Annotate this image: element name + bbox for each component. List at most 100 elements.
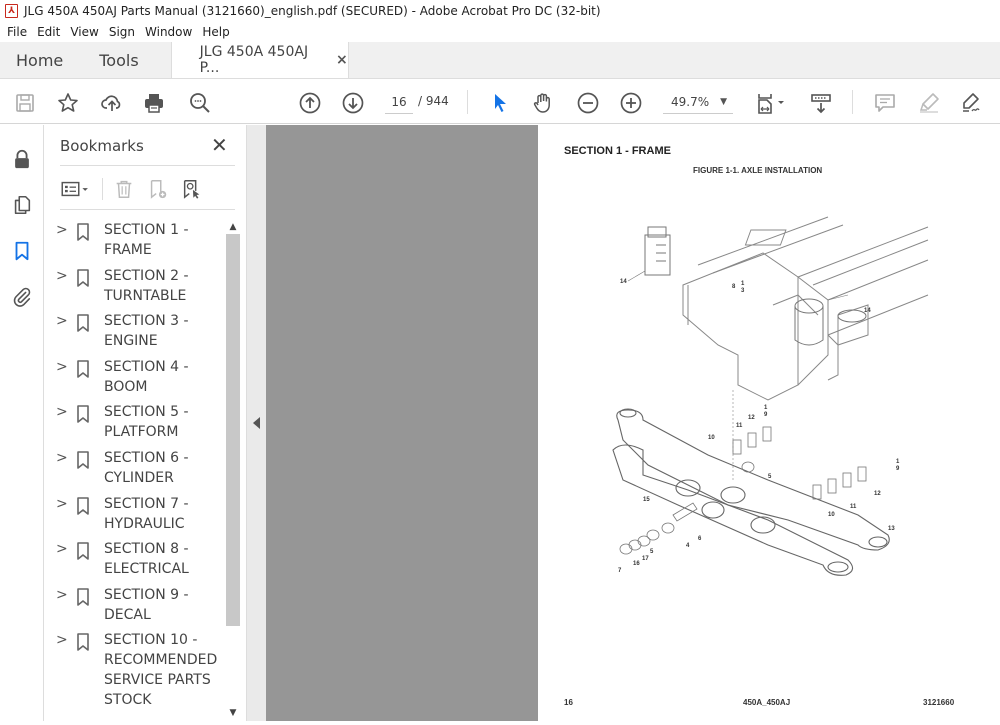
- upload-cloud-icon[interactable]: [99, 90, 125, 116]
- bookmark-flag-icon: [77, 542, 89, 560]
- callout: 13: [888, 526, 895, 532]
- bookmark-item[interactable]: > SECTION 7 - HYDRAULIC: [44, 494, 226, 540]
- select-arrow-icon[interactable]: [487, 90, 513, 116]
- tab-document-label: JLG 450A 450AJ P...: [199, 44, 309, 76]
- bookmark-flag-icon: [77, 405, 89, 424]
- print-icon[interactable]: [141, 90, 167, 116]
- bookmark-label: SECTION 5 - PLATFORM: [104, 404, 189, 441]
- search-zoom-icon[interactable]: [187, 90, 213, 116]
- save-icon[interactable]: [12, 90, 38, 116]
- zoom-in-icon[interactable]: [618, 90, 644, 116]
- pdf-footer-model: 450A_450AJ: [743, 698, 791, 707]
- menu-bar: File Edit View Sign Window Help: [0, 22, 1000, 42]
- callout: 14: [864, 308, 871, 314]
- callout: 6: [698, 536, 702, 542]
- comment-icon[interactable]: [872, 90, 898, 116]
- bookmark-item[interactable]: > SECTION 8 - ELECTRICAL: [44, 539, 226, 585]
- bookmark-flag-icon: [77, 359, 89, 378]
- options-menu-icon[interactable]: [58, 176, 94, 202]
- bookmark-item[interactable]: > SECTION 2 - TURNTABLE: [44, 266, 226, 312]
- left-rail: [0, 125, 44, 721]
- callout: 4: [686, 543, 690, 549]
- menu-window[interactable]: Window: [145, 25, 192, 39]
- frame-drawing: [682, 216, 929, 401]
- page-up-icon[interactable]: [297, 90, 323, 116]
- hand-icon[interactable]: [530, 90, 556, 116]
- tab-home[interactable]: Home: [0, 42, 79, 78]
- bookmark-item[interactable]: > SECTION 4 - BOOM: [44, 357, 226, 403]
- scroll-up-icon[interactable]: ▲: [226, 220, 240, 234]
- bookmark-flag-icon: [77, 314, 89, 332]
- chevron-right-icon[interactable]: >: [56, 496, 70, 512]
- pages-icon[interactable]: [10, 193, 34, 217]
- bookmark-item[interactable]: > SECTION 5 - PLATFORM: [44, 402, 226, 448]
- collapse-panel-icon[interactable]: [253, 417, 260, 429]
- pdf-section-heading: SECTION 1 - FRAME: [564, 145, 671, 157]
- menu-help[interactable]: Help: [202, 25, 229, 39]
- page-number-input[interactable]: 16: [385, 92, 413, 114]
- panel-splitter[interactable]: [246, 125, 266, 721]
- toolbar-separator: [467, 90, 468, 114]
- scroll-mode-icon[interactable]: [808, 90, 834, 116]
- tab-close-icon[interactable]: ×: [336, 52, 348, 68]
- new-bookmark-icon[interactable]: [145, 176, 171, 202]
- callout: 9: [764, 412, 768, 418]
- delete-bookmark-icon[interactable]: [111, 176, 137, 202]
- fit-page-icon[interactable]: [755, 90, 789, 116]
- menu-file[interactable]: File: [7, 25, 27, 39]
- scrollbar-thumb[interactable]: [226, 234, 240, 626]
- menu-view[interactable]: View: [70, 25, 98, 39]
- page-down-icon[interactable]: [340, 90, 366, 116]
- pdf-figure-title: FIGURE 1-1. AXLE INSTALLATION: [693, 166, 823, 175]
- bookmark-flag-icon: [77, 268, 89, 287]
- bookmark-item[interactable]: > SECTION 6 - CYLINDER: [44, 448, 226, 494]
- star-icon[interactable]: [55, 90, 81, 116]
- menu-edit[interactable]: Edit: [37, 25, 60, 39]
- chevron-right-icon[interactable]: >: [56, 632, 70, 648]
- callout: 3: [741, 288, 745, 294]
- bookmarks-scrollbar[interactable]: ▲ ▼: [226, 220, 240, 720]
- bookmark-item[interactable]: > SECTION 9 - DECAL: [44, 585, 226, 631]
- toolbar: 16 / 944 49.7% ▼: [0, 80, 1000, 124]
- bookmark-label: SECTION 8 - ELECTRICAL: [104, 541, 189, 578]
- callout: 5: [650, 549, 654, 555]
- callout: 14: [620, 279, 627, 285]
- chevron-right-icon[interactable]: >: [56, 450, 70, 466]
- bookmark-icon[interactable]: [10, 239, 34, 263]
- chevron-right-icon[interactable]: >: [56, 313, 70, 329]
- tab-document[interactable]: JLG 450A 450AJ P... ×: [170, 42, 349, 78]
- callout: 11: [850, 504, 857, 510]
- chevron-right-icon[interactable]: >: [56, 541, 70, 557]
- bookmark-label: SECTION 3 - ENGINE: [104, 313, 189, 350]
- bookmark-item[interactable]: > SECTION 10 - RECOMMENDED SERVICE PARTS…: [44, 630, 226, 720]
- chevron-right-icon[interactable]: >: [56, 404, 70, 420]
- document-viewport[interactable]: SECTION 1 - FRAME FIGURE 1-1. AXLE INSTA…: [266, 125, 1000, 725]
- callout: 15: [643, 497, 650, 503]
- axle-drawing: [612, 408, 890, 576]
- tab-bar: Home Tools JLG 450A 450AJ P... ×: [0, 42, 1000, 79]
- bookmark-list: > SECTION 1 - FRAME > SECTION 2 - TURNTA…: [44, 220, 226, 720]
- bookmark-item[interactable]: > SECTION 3 - ENGINE: [44, 311, 226, 357]
- panel-close-icon[interactable]: ✕: [211, 133, 228, 157]
- tab-tools[interactable]: Tools: [79, 42, 154, 78]
- highlight-icon[interactable]: [916, 90, 942, 116]
- lock-icon[interactable]: [10, 147, 34, 171]
- menu-sign[interactable]: Sign: [109, 25, 135, 39]
- toolbar-separator: [852, 90, 853, 114]
- sign-icon[interactable]: [958, 90, 984, 116]
- chevron-right-icon[interactable]: >: [56, 222, 70, 238]
- attachment-icon[interactable]: [10, 285, 34, 309]
- pdf-footer-doc-number: 3121660: [923, 698, 955, 707]
- scroll-down-icon[interactable]: ▼: [226, 706, 240, 720]
- zoom-out-icon[interactable]: [575, 90, 601, 116]
- zoom-level-dropdown[interactable]: 49.7% ▼: [663, 92, 733, 114]
- pdf-footer-page-number: 16: [564, 698, 573, 707]
- bookmark-item[interactable]: > SECTION 1 - FRAME: [44, 220, 226, 266]
- chevron-right-icon[interactable]: >: [56, 587, 70, 603]
- panel-title: Bookmarks: [60, 137, 144, 155]
- chevron-right-icon[interactable]: >: [56, 268, 70, 284]
- chevron-right-icon[interactable]: >: [56, 359, 70, 375]
- bookmark-label: SECTION 9 - DECAL: [104, 586, 189, 623]
- find-bookmark-icon[interactable]: [179, 176, 205, 202]
- callout: 1: [764, 405, 768, 411]
